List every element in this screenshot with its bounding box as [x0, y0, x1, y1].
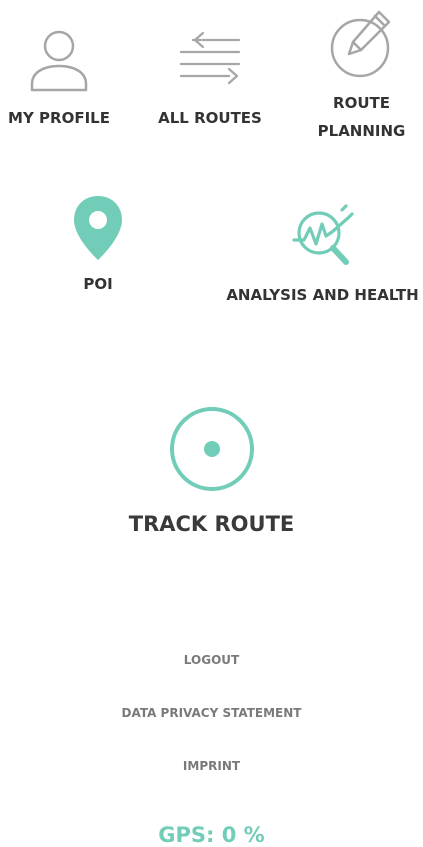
privacy-statement-link[interactable]: DATA PRIVACY STATEMENT [0, 706, 423, 720]
my-profile-button[interactable]: MY PROFILE [0, 20, 118, 135]
my-profile-label: MY PROFILE [8, 109, 110, 127]
route-planning-label: ROUTE PLANNING [300, 89, 423, 145]
pencil-circle-icon [330, 10, 390, 78]
analysis-health-button[interactable]: ANALYSIS AND HEALTH [222, 198, 423, 308]
route-planning-button[interactable]: ROUTE PLANNING [300, 0, 423, 145]
arrows-exchange-icon [179, 31, 241, 85]
analysis-health-label: ANALYSIS AND HEALTH [226, 286, 419, 304]
route-planning-label-line2: PLANNING [317, 122, 406, 140]
track-route-button[interactable]: TRACK ROUTE [110, 404, 313, 544]
record-circle-icon [169, 407, 254, 491]
route-planning-label-line1: ROUTE [333, 94, 390, 112]
imprint-link[interactable]: IMPRINT [0, 759, 423, 773]
map-pin-icon [74, 196, 122, 260]
analysis-magnifier-icon [291, 204, 354, 265]
track-route-label: TRACK ROUTE [128, 512, 295, 536]
poi-label: POI [83, 275, 113, 293]
user-icon [30, 30, 88, 92]
all-routes-button[interactable]: ALL ROUTES [148, 20, 272, 135]
logout-link[interactable]: LOGOUT [0, 653, 423, 667]
poi-button[interactable]: POI [50, 190, 146, 300]
all-routes-label: ALL ROUTES [158, 109, 262, 127]
gps-status: GPS: 0 % [158, 823, 265, 847]
